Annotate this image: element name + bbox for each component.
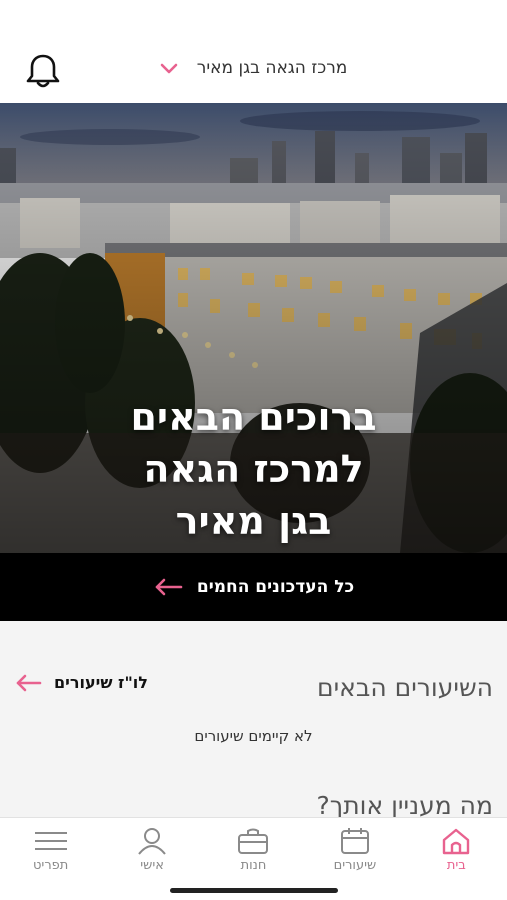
tab-shop[interactable]: חנות (203, 818, 304, 883)
hero-welcome-title: ברוכים הבאים למרכז הגאה בגן מאיר (0, 391, 507, 547)
tab-personal-label: אישי (140, 858, 164, 873)
hero-title-line: ברוכים הבאים (130, 395, 377, 439)
menu-icon (34, 832, 67, 850)
hero-title-line: למרכז הגאה (143, 447, 364, 491)
home-indicator-area (0, 883, 507, 900)
no-classes-message: לא קיימים שיעורים (194, 727, 313, 745)
calendar-icon (340, 828, 369, 854)
upcoming-classes-title: השיעורים הבאים (316, 673, 493, 702)
hero-banner: ברוכים הבאים למרכז הגאה בגן מאיר (0, 103, 507, 553)
arrow-left-icon (155, 578, 183, 596)
chevron-down-icon (160, 63, 177, 73)
tab-home-label: בית (446, 858, 466, 873)
tab-classes-label: שיעורים (333, 858, 377, 873)
bottom-tab-bar: בית שיעורים חנות אישי תפריט (0, 817, 507, 883)
tab-shop-label: חנות (240, 858, 267, 873)
shop-bag-icon (238, 828, 269, 854)
app-header: מרכז הגאה בגן מאיר (0, 0, 507, 103)
tab-menu[interactable]: תפריט (0, 818, 101, 883)
tab-menu-label: תפריט (33, 858, 69, 873)
all-updates-label: כל העדכונים החמים (196, 577, 355, 597)
location-label: מרכז הגאה בגן מאיר (196, 58, 348, 78)
class-schedule-link[interactable]: לו"ז שיעורים (14, 673, 148, 692)
tab-personal[interactable]: אישי (101, 818, 202, 883)
tab-classes[interactable]: שיעורים (304, 818, 405, 883)
class-schedule-label: לו"ז שיעורים (54, 673, 148, 692)
location-selector[interactable]: מרכז הגאה בגן מאיר (0, 58, 507, 78)
arrow-left-icon (16, 674, 42, 691)
home-indicator[interactable] (170, 888, 338, 893)
tab-home[interactable]: בית (406, 818, 507, 883)
user-icon (138, 828, 166, 855)
home-icon (443, 828, 470, 855)
hero-title-line: בגן מאיר (175, 499, 332, 543)
main-content: השיעורים הבאים לו"ז שיעורים לא קיימים שי… (0, 621, 507, 820)
all-updates-button[interactable]: כל העדכונים החמים (0, 553, 507, 621)
interest-title: מה מעניין אותך? (316, 791, 494, 820)
